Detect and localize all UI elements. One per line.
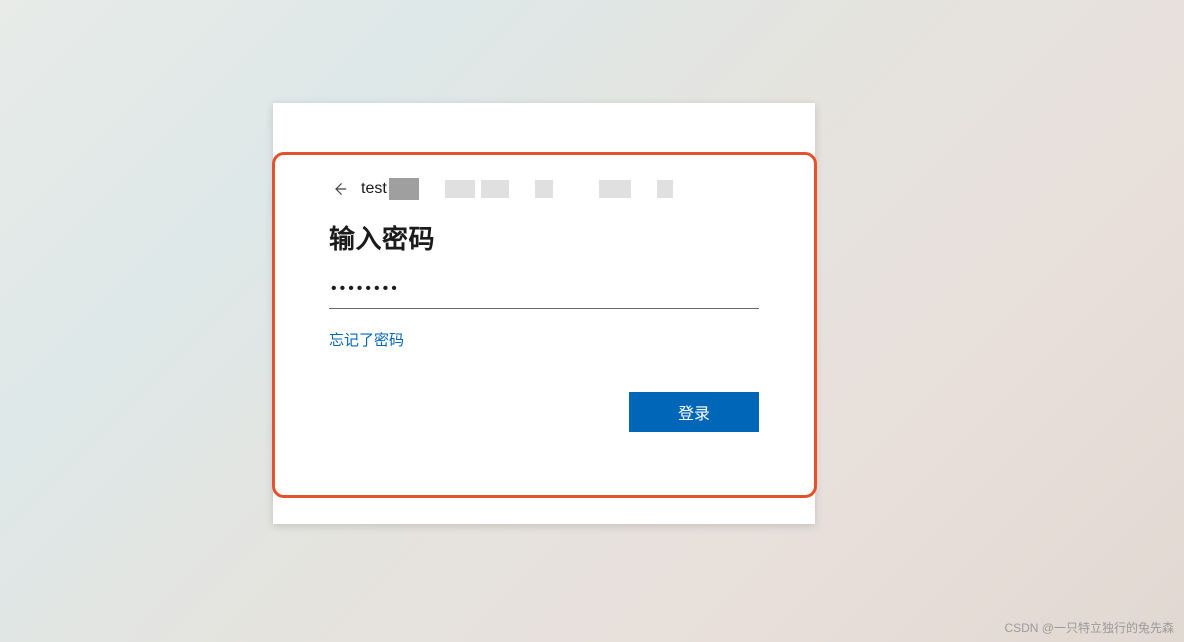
redacted-segment xyxy=(535,180,553,198)
login-content: test 输入密码 忘记了密码 登录 xyxy=(273,103,815,432)
login-card: test 输入密码 忘记了密码 登录 xyxy=(273,103,815,524)
watermark-text: CSDN @一只特立独行的兔先森 xyxy=(1004,619,1174,636)
forgot-password-link[interactable]: 忘记了密码 xyxy=(329,329,404,350)
page-title: 输入密码 xyxy=(329,219,759,256)
button-row: 登录 xyxy=(329,392,759,432)
redacted-segment xyxy=(657,180,673,198)
redacted-segment xyxy=(599,180,631,198)
redacted-segment xyxy=(389,178,419,200)
redacted-segment xyxy=(481,180,509,198)
password-input[interactable] xyxy=(329,272,759,309)
back-arrow-icon[interactable] xyxy=(329,179,349,199)
identity-row: test xyxy=(329,177,759,201)
redacted-segment xyxy=(445,180,475,198)
signin-button[interactable]: 登录 xyxy=(629,392,759,432)
identity-prefix: test xyxy=(361,180,387,198)
identity-text: test xyxy=(361,178,673,200)
